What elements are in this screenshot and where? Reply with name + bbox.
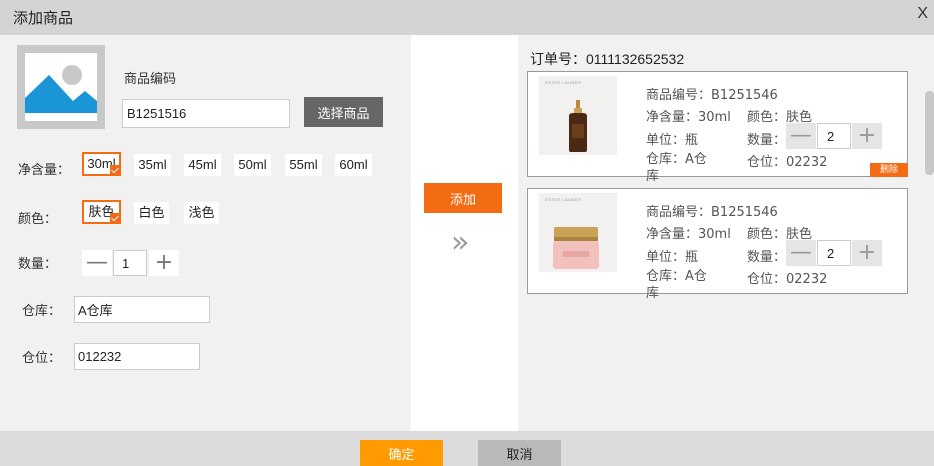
location-label: 仓位： [22,351,62,366]
quantity-input[interactable] [113,250,147,276]
cancel-button[interactable]: 取消 [478,440,561,466]
quantity-decrement-button[interactable]: — [82,250,112,276]
order-panel: 订单号：0111132652532 ESTEE LAUDER 商品编号：B125… [518,35,934,431]
add-button[interactable]: 添加 [424,183,502,213]
dialog-footer: 确定 取消 [0,431,934,466]
quantity-increment-button[interactable]: + [852,240,882,266]
dialog-title: 添加商品 [13,9,74,27]
quantity-increment-button[interactable]: + [852,123,882,149]
quantity-input[interactable] [817,240,851,266]
delete-button[interactable]: 删除 [870,163,908,177]
color-option-white[interactable]: 白色 [133,201,170,225]
warehouse-label: 仓库： [22,304,62,319]
volume-option-45ml[interactable]: 45ml [183,153,222,177]
volume-option-50ml[interactable]: 50ml [233,153,272,177]
check-icon [110,165,121,176]
confirm-button[interactable]: 确定 [360,440,443,466]
color-label: 颜色： [18,212,58,227]
product-image: ESTEE LAUDER [539,76,617,155]
product-code-label: 商品编码 [124,72,177,87]
volume-option-35ml[interactable]: 35ml [133,153,172,177]
volume-option-55ml[interactable]: 55ml [284,153,323,177]
double-chevron-right-icon: » [451,225,469,260]
quantity-decrement-button[interactable]: — [786,240,816,266]
scrollbar-thumb[interactable] [925,91,934,175]
warehouse-input[interactable] [74,296,210,323]
transfer-column: 添加 » [411,35,518,431]
product-image-placeholder [17,45,105,129]
scrollbar[interactable] [924,35,934,431]
order-item-card: ESTEE LAUDER 商品编号：B1251546 净含量：30ml 颜色：肤… [527,71,908,184]
volume-label: 净含量： [18,163,71,178]
dialog-titlebar: 添加商品 X [0,0,934,35]
product-code-input[interactable] [122,99,290,128]
close-icon[interactable]: X [917,5,928,23]
check-icon [110,213,121,224]
select-product-button[interactable]: 选择商品 [304,97,383,127]
quantity-increment-button[interactable]: + [149,250,179,276]
location-input[interactable] [74,343,200,370]
quantity-label: 数量： [18,257,58,272]
serum-bottle-icon [569,100,587,152]
product-image: ESTEE LAUDER [539,193,617,272]
volume-option-30ml[interactable]: 30ml [82,152,121,176]
order-number: 订单号：0111132652532 [530,51,685,68]
cream-jar-icon [553,227,599,269]
image-icon [25,53,97,121]
volume-option-60ml[interactable]: 60ml [334,153,373,177]
product-form-panel: 商品编码 选择商品 净含量： 30ml 35ml 45ml 50ml 55ml … [0,35,411,431]
quantity-decrement-button[interactable]: — [786,123,816,149]
color-option-skin[interactable]: 肤色 [82,200,121,224]
color-option-light[interactable]: 浅色 [183,201,220,225]
order-item-card: ESTEE LAUDER 商品编号：B1251546 净含量：30ml 颜色：肤… [527,188,908,301]
quantity-input[interactable] [817,123,851,149]
